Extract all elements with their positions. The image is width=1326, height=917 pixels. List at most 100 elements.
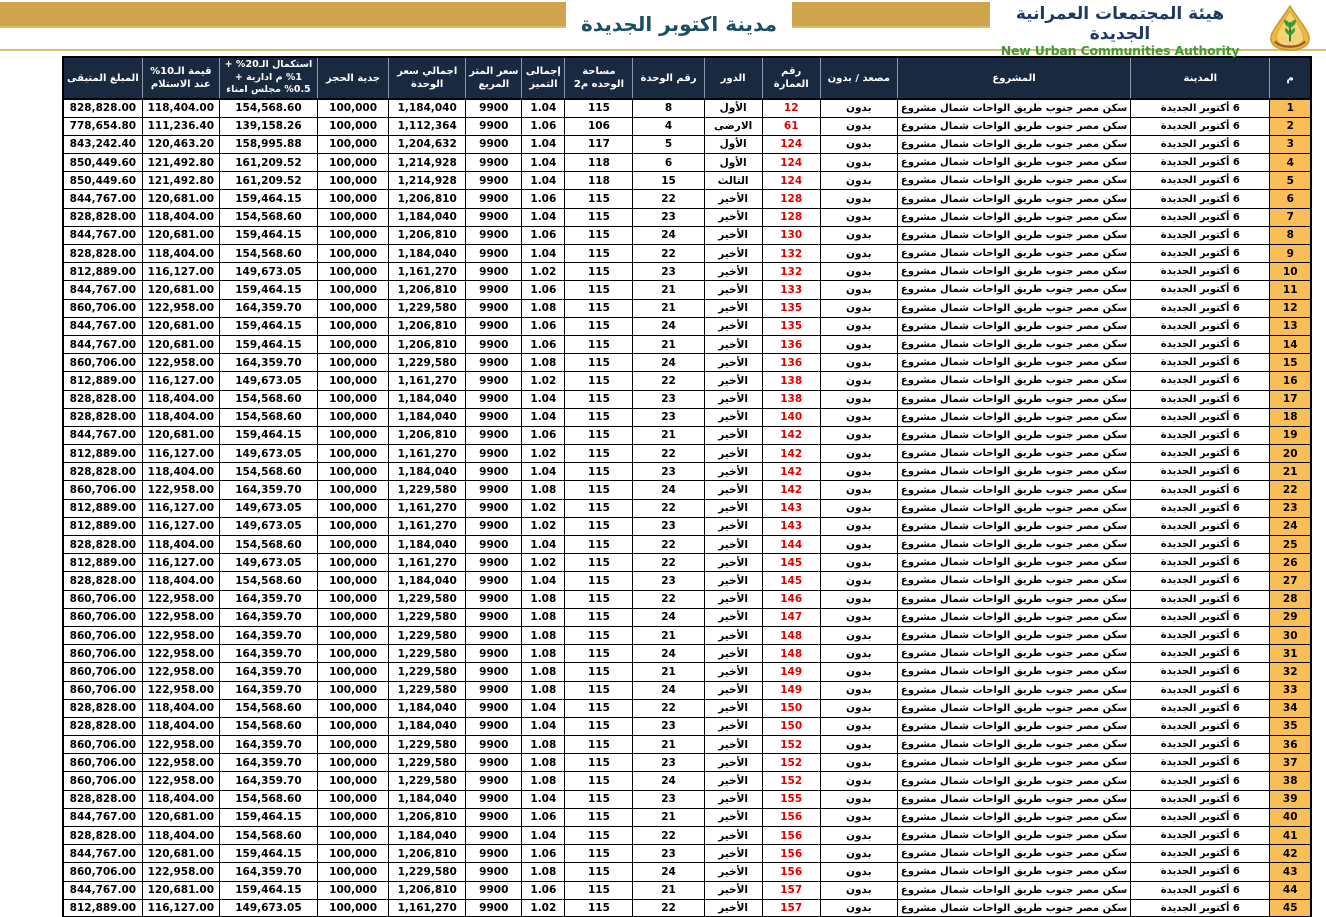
cell-idx: 18 — [1270, 408, 1311, 426]
cell-elevator: بدون — [820, 645, 897, 663]
cell-project: سكن مصر جنوب طريق الواحات شمال مشروع واح… — [897, 190, 1130, 208]
cell-area: 115 — [565, 99, 633, 117]
cell-ten: 120,681.00 — [142, 426, 219, 444]
cell-completion: 159,464.15 — [219, 845, 317, 863]
cell-project: سكن مصر جنوب طريق الواحات شمال مشروع واح… — [897, 263, 1130, 281]
cell-total: 1,214,928 — [389, 154, 466, 172]
col-header-idx: م — [1270, 57, 1311, 99]
table-header-row: مالمدينةالمشروعمصعد / بدونرقم العمارةالد… — [63, 57, 1311, 99]
cell-total: 1,184,040 — [389, 699, 466, 717]
cell-floor: الأخير — [704, 663, 762, 681]
cell-project: سكن مصر جنوب طريق الواحات شمال مشروع واح… — [897, 881, 1130, 899]
cell-bldg: 142 — [762, 463, 820, 481]
table-row: 156 أكتوبر الجديدةسكن مصر جنوب طريق الوا… — [63, 354, 1311, 372]
cell-sqm: 9900 — [466, 772, 522, 790]
cell-reserve: 100,000 — [318, 845, 389, 863]
cell-idx: 2 — [1270, 117, 1311, 135]
cell-unit: 21 — [633, 299, 704, 317]
cell-bldg: 135 — [762, 299, 820, 317]
cell-completion: 159,464.15 — [219, 317, 317, 335]
cell-reserve: 100,000 — [318, 572, 389, 590]
cell-idx: 13 — [1270, 317, 1311, 335]
cell-remaining: 812,889.00 — [63, 263, 142, 281]
cell-reserve: 100,000 — [318, 208, 389, 226]
cell-city: 6 أكتوبر الجديدة — [1131, 99, 1270, 117]
cell-remaining: 844,767.00 — [63, 317, 142, 335]
cell-total: 1,184,040 — [389, 827, 466, 845]
table-body: 16 أكتوبر الجديدةسكن مصر جنوب طريق الواح… — [63, 99, 1311, 917]
cell-area: 115 — [565, 899, 633, 917]
cell-idx: 33 — [1270, 681, 1311, 699]
cell-city: 6 أكتوبر الجديدة — [1131, 445, 1270, 463]
cell-idx: 6 — [1270, 190, 1311, 208]
cell-project: سكن مصر جنوب طريق الواحات شمال مشروع واح… — [897, 99, 1130, 117]
cell-elevator: بدون — [820, 445, 897, 463]
cell-floor: الأخير — [704, 335, 762, 353]
cell-reserve: 100,000 — [318, 772, 389, 790]
cell-area: 115 — [565, 681, 633, 699]
cell-reserve: 100,000 — [318, 863, 389, 881]
cell-remaining: 828,828.00 — [63, 245, 142, 263]
cell-area: 115 — [565, 317, 633, 335]
cell-elevator: بدون — [820, 117, 897, 135]
cell-area: 115 — [565, 626, 633, 644]
cell-sqm: 9900 — [466, 626, 522, 644]
cell-total: 1,184,040 — [389, 245, 466, 263]
table-row: 126 أكتوبر الجديدةسكن مصر جنوب طريق الوا… — [63, 299, 1311, 317]
cell-ten: 116,127.00 — [142, 499, 219, 517]
cell-elevator: بدون — [820, 626, 897, 644]
cell-bldg: 135 — [762, 317, 820, 335]
cell-idx: 5 — [1270, 172, 1311, 190]
cell-elevator: بدون — [820, 772, 897, 790]
cell-elevator: بدون — [820, 808, 897, 826]
cell-idx: 1 — [1270, 99, 1311, 117]
cell-city: 6 أكتوبر الجديدة — [1131, 281, 1270, 299]
cell-unit: 21 — [633, 808, 704, 826]
cell-elevator: بدون — [820, 481, 897, 499]
cell-project: سكن مصر جنوب طريق الواحات شمال مشروع واح… — [897, 699, 1130, 717]
cell-bldg: 157 — [762, 899, 820, 917]
cell-bldg: 132 — [762, 263, 820, 281]
cell-bldg: 124 — [762, 135, 820, 153]
cell-premium: 1.04 — [522, 463, 565, 481]
cell-bldg: 142 — [762, 445, 820, 463]
table-row: 296 أكتوبر الجديدةسكن مصر جنوب طريق الوا… — [63, 608, 1311, 626]
cell-reserve: 100,000 — [318, 663, 389, 681]
cell-remaining: 844,767.00 — [63, 426, 142, 444]
cell-project: سكن مصر جنوب طريق الواحات شمال مشروع واح… — [897, 790, 1130, 808]
cell-floor: الأخير — [704, 426, 762, 444]
cell-bldg: 143 — [762, 499, 820, 517]
cell-city: 6 أكتوبر الجديدة — [1131, 154, 1270, 172]
cell-project: سكن مصر جنوب طريق الواحات شمال مشروع واح… — [897, 772, 1130, 790]
cell-project: سكن مصر جنوب طريق الواحات شمال مشروع واح… — [897, 445, 1130, 463]
cell-floor: الأخير — [704, 754, 762, 772]
cell-sqm: 9900 — [466, 390, 522, 408]
cell-city: 6 أكتوبر الجديدة — [1131, 790, 1270, 808]
cell-area: 115 — [565, 845, 633, 863]
cell-city: 6 أكتوبر الجديدة — [1131, 536, 1270, 554]
cell-ten: 116,127.00 — [142, 554, 219, 572]
cell-premium: 1.08 — [522, 736, 565, 754]
cell-sqm: 9900 — [466, 899, 522, 917]
table-row: 386 أكتوبر الجديدةسكن مصر جنوب طريق الوا… — [63, 772, 1311, 790]
cell-elevator: بدون — [820, 154, 897, 172]
cell-ten: 120,463.20 — [142, 135, 219, 153]
table-row: 66 أكتوبر الجديدةسكن مصر جنوب طريق الواح… — [63, 190, 1311, 208]
cell-completion: 149,673.05 — [219, 263, 317, 281]
cell-elevator: بدون — [820, 608, 897, 626]
cell-reserve: 100,000 — [318, 281, 389, 299]
cell-area: 115 — [565, 827, 633, 845]
cell-total: 1,229,580 — [389, 736, 466, 754]
cell-idx: 26 — [1270, 554, 1311, 572]
cell-completion: 154,568.60 — [219, 790, 317, 808]
cell-bldg: 124 — [762, 172, 820, 190]
cell-premium: 1.02 — [522, 554, 565, 572]
cell-sqm: 9900 — [466, 299, 522, 317]
cell-completion: 154,568.60 — [219, 463, 317, 481]
cell-area: 118 — [565, 154, 633, 172]
cell-completion: 154,568.60 — [219, 408, 317, 426]
cell-city: 6 أكتوبر الجديدة — [1131, 117, 1270, 135]
cell-premium: 1.04 — [522, 208, 565, 226]
cell-sqm: 9900 — [466, 445, 522, 463]
cell-remaining: 844,767.00 — [63, 335, 142, 353]
